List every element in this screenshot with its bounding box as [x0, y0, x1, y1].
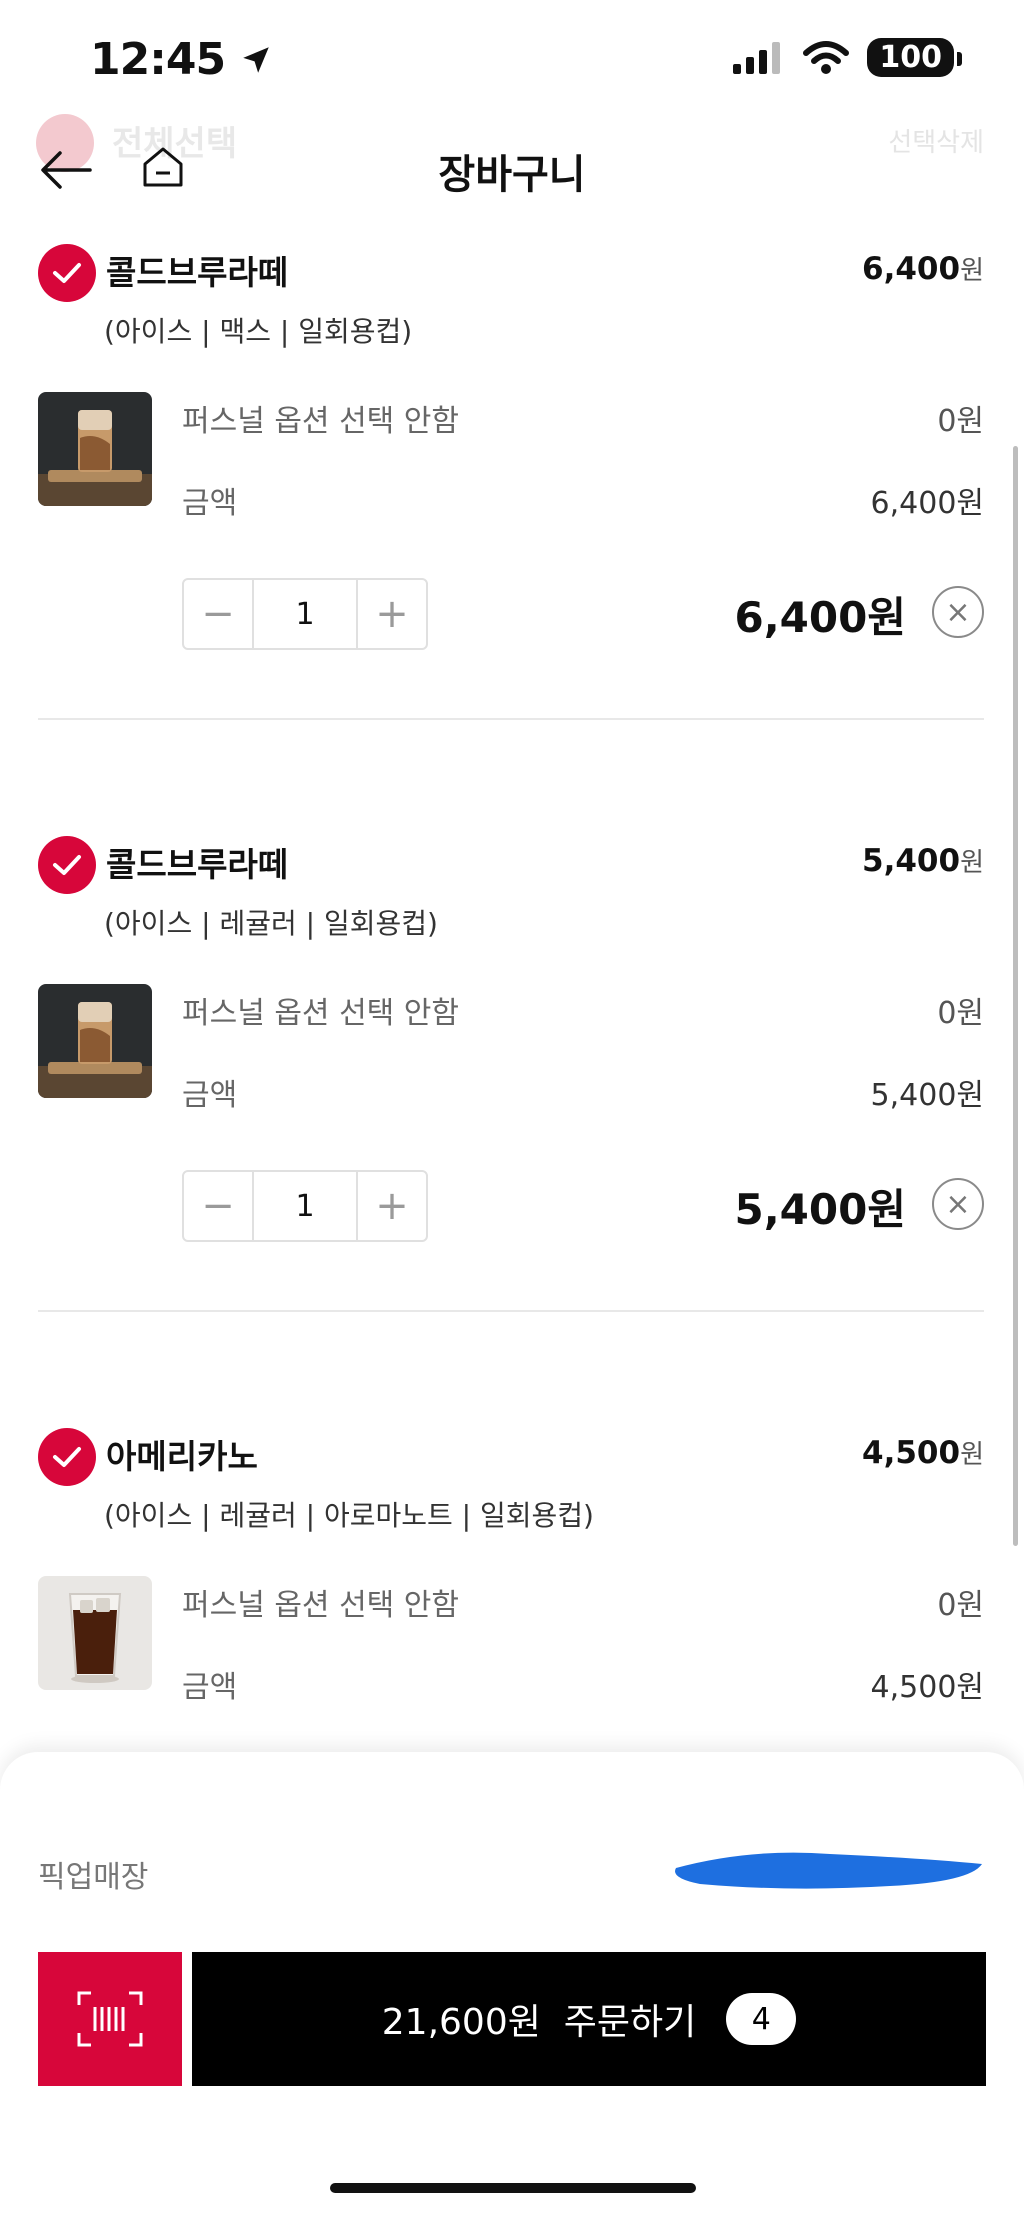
product-thumbnail [38, 984, 152, 1098]
barcode-scan-icon [77, 1991, 143, 2047]
personal-option-price: 0원 [937, 996, 984, 1031]
status-time: 12:45 [90, 34, 273, 85]
cellular-signal-icon [733, 41, 781, 74]
item-unit-price: 6,400원 [862, 251, 984, 287]
close-icon: × [945, 594, 971, 630]
personal-option-price: 0원 [937, 404, 984, 439]
decrease-quantity-button[interactable]: − [184, 1172, 252, 1240]
item-checkbox[interactable] [38, 1428, 96, 1486]
personal-option-label: 퍼스널 옵션 선택 안함 [182, 404, 460, 439]
home-icon[interactable] [142, 146, 184, 188]
quantity-stepper: − 1 + [182, 578, 428, 650]
quantity-value: 1 [252, 1172, 358, 1240]
back-arrow-icon[interactable] [40, 150, 92, 190]
item-unit-price: 5,400원 [862, 843, 984, 879]
item-options: (아이스 | 레귤러 | 일회용컵) [104, 907, 438, 940]
personal-option-label: 퍼스널 옵션 선택 안함 [182, 996, 460, 1031]
item-checkbox[interactable] [38, 836, 96, 894]
quantity-stepper: − 1 + [182, 1170, 428, 1242]
item-name: 아메리카노 [106, 1437, 258, 1476]
quantity-value: 1 [252, 580, 358, 648]
increase-quantity-button[interactable]: + [358, 580, 426, 648]
scrollbar[interactable] [1013, 446, 1018, 1546]
amount-label: 금액 [182, 1670, 238, 1705]
wifi-icon [803, 40, 850, 74]
order-label: 21,600원 주문하기 [381, 2002, 697, 2043]
item-checkbox[interactable] [38, 244, 96, 302]
close-icon: × [945, 1186, 971, 1222]
cart-item: 콜드브루라떼 5,400원 (아이스 | 레귤러 | 일회용컵) 퍼스널 옵션 … [0, 836, 1024, 1356]
status-icons: 100 [733, 38, 962, 77]
checkmark-icon [53, 855, 81, 875]
checkmark-icon [53, 1447, 81, 1467]
personal-option-label: 퍼스널 옵션 선택 안함 [182, 1588, 460, 1623]
decrease-quantity-button[interactable]: − [184, 580, 252, 648]
divider [38, 1310, 984, 1312]
product-thumbnail [38, 1576, 152, 1690]
amount-value: 5,400원 [870, 1078, 984, 1113]
pickup-store-value-redacted[interactable] [670, 1844, 988, 1894]
amount-label: 금액 [182, 1078, 238, 1113]
divider [38, 718, 984, 720]
item-name: 콜드브루라떼 [106, 253, 289, 292]
battery-indicator: 100 [867, 38, 962, 77]
item-name: 콜드브루라떼 [106, 845, 289, 884]
amount-label: 금액 [182, 486, 238, 521]
item-options: (아이스 | 레귤러 | 아로마노트 | 일회용컵) [104, 1499, 594, 1532]
checkmark-icon [53, 263, 81, 283]
item-options: (아이스 | 맥스 | 일회용컵) [104, 315, 413, 348]
scan-button[interactable] [38, 1952, 182, 2086]
pickup-store-label: 픽업매장 [38, 1860, 149, 1895]
remove-item-button[interactable]: × [932, 586, 984, 638]
increase-quantity-button[interactable]: + [358, 1172, 426, 1240]
amount-value: 4,500원 [870, 1670, 984, 1705]
product-thumbnail [38, 392, 152, 506]
personal-option-price: 0원 [937, 1588, 984, 1623]
item-total: 6,400원 [734, 593, 907, 642]
item-unit-price: 4,500원 [862, 1435, 984, 1471]
order-count-badge: 4 [726, 1993, 797, 2045]
cart-item: 콜드브루라떼 6,400원 (아이스 | 맥스 | 일회용컵) 퍼스널 옵션 선… [0, 244, 1024, 764]
home-indicator [330, 2183, 696, 2193]
amount-value: 6,400원 [870, 486, 984, 521]
order-button[interactable]: 21,600원 주문하기 4 [192, 1952, 986, 2086]
item-total: 5,400원 [734, 1185, 907, 1234]
remove-item-button[interactable]: × [932, 1178, 984, 1230]
location-arrow-icon [243, 47, 270, 73]
